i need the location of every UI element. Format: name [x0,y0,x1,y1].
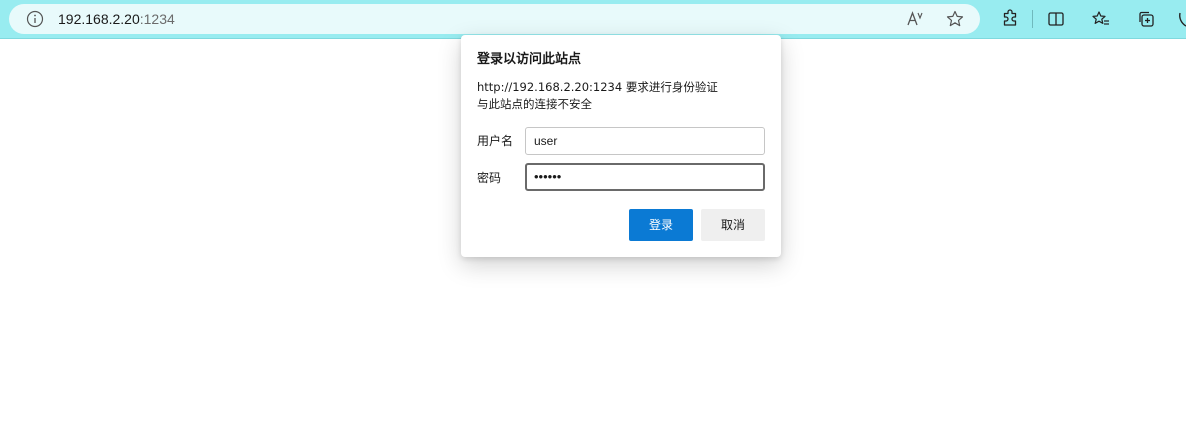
favorites-icon[interactable] [1091,9,1111,29]
toolbar-divider [1032,10,1033,28]
login-dialog: 登录以访问此站点 http://192.168.2.20:1234 要求进行身份… [461,35,781,257]
read-aloud-icon[interactable] [906,10,924,28]
info-icon[interactable] [26,10,44,28]
cancel-button[interactable]: 取消 [701,209,765,241]
username-input[interactable]: user [525,127,765,155]
browser-toolbar: 192.168.2.20:1234 [0,0,1186,39]
address-bar[interactable]: 192.168.2.20:1234 [9,4,980,34]
url-port: :1234 [139,11,175,27]
favorite-icon[interactable] [945,9,965,29]
dialog-title: 登录以访问此站点 [477,52,582,67]
insecure-connection-message: 与此站点的连接不安全 [477,97,592,111]
login-button[interactable]: 登录 [629,209,693,241]
collections-icon[interactable] [1136,9,1156,29]
password-input[interactable]: •••••• [525,163,765,191]
auth-required-message: http://192.168.2.20:1234 要求进行身份验证 [477,80,718,94]
browser-essentials-icon[interactable] [1176,9,1186,29]
split-screen-icon[interactable] [1046,9,1066,29]
password-label: 密码 [477,171,502,185]
url-host: 192.168.2.20 [58,11,140,27]
username-label: 用户名 [477,134,514,148]
url-text[interactable]: 192.168.2.20:1234 [58,10,175,28]
extensions-icon[interactable] [1000,9,1020,29]
